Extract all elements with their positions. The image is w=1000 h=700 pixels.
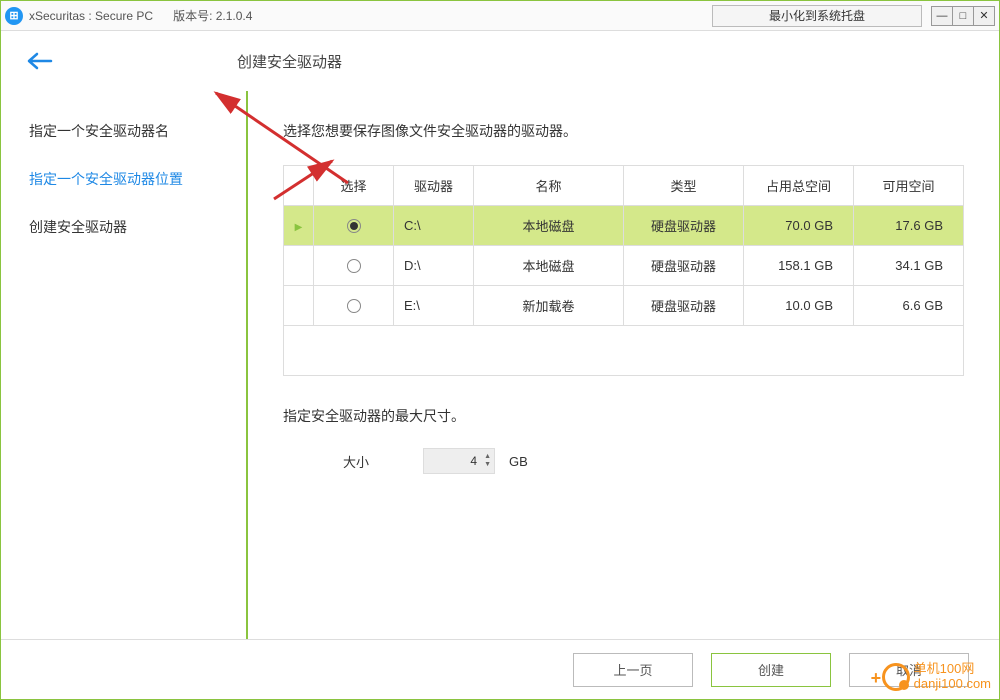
back-arrow-icon bbox=[25, 51, 53, 71]
sidebar-item-location[interactable]: 指定一个安全驱动器位置 bbox=[29, 169, 246, 189]
minimize-to-tray-button[interactable]: 最小化到系统托盘 bbox=[712, 5, 922, 27]
size-field-label: 大小 bbox=[343, 452, 423, 471]
watermark-line2: danji100.com bbox=[914, 677, 991, 691]
watermark: 单机100网 danji100.com bbox=[882, 662, 991, 691]
col-total: 占用总空间 bbox=[744, 166, 854, 206]
watermark-line1: 单机100网 bbox=[914, 662, 991, 676]
page-title: 创建安全驱动器 bbox=[237, 51, 342, 72]
row-type: 硬盘驱动器 bbox=[624, 246, 744, 286]
row-indicator bbox=[284, 286, 314, 326]
minimize-button[interactable]: — bbox=[931, 6, 953, 26]
size-unit: GB bbox=[509, 454, 528, 469]
row-select[interactable] bbox=[314, 286, 394, 326]
footer: 上一页 创建 取消 bbox=[1, 639, 999, 699]
row-name: 本地磁盘 bbox=[474, 246, 624, 286]
row-indicator: ▶ bbox=[284, 206, 314, 246]
table-row[interactable]: D:\本地磁盘硬盘驱动器158.1 GB34.1 GB bbox=[284, 246, 964, 286]
titlebar: ⊞ xSecuritas : Secure PC 版本号: 2.1.0.4 最小… bbox=[1, 1, 999, 31]
row-total: 158.1 GB bbox=[744, 246, 854, 286]
instruction-text: 选择您想要保存图像文件安全驱动器的驱动器。 bbox=[283, 121, 964, 141]
col-free: 可用空间 bbox=[854, 166, 964, 206]
row-total: 70.0 GB bbox=[744, 206, 854, 246]
spinner-arrows-icon[interactable]: ▲▼ bbox=[481, 453, 494, 469]
row-type: 硬盘驱动器 bbox=[624, 206, 744, 246]
radio-icon[interactable] bbox=[347, 219, 361, 233]
back-button[interactable] bbox=[21, 43, 57, 79]
version-label: 版本号: 2.1.0.4 bbox=[173, 7, 252, 24]
drive-table: 选择 驱动器 名称 类型 占用总空间 可用空间 ▶ C:\本地磁盘硬盘驱动器70.… bbox=[283, 165, 964, 326]
watermark-icon bbox=[882, 663, 910, 691]
sidebar: 指定一个安全驱动器名 指定一个安全驱动器位置 创建安全驱动器 bbox=[1, 91, 246, 639]
row-drive: D:\ bbox=[394, 246, 474, 286]
table-row[interactable]: E:\新加载卷硬盘驱动器10.0 GB6.6 GB bbox=[284, 286, 964, 326]
main-panel: 选择您想要保存图像文件安全驱动器的驱动器。 选择 驱动器 名称 类型 占用总空间… bbox=[248, 91, 999, 639]
close-button[interactable]: ✕ bbox=[973, 6, 995, 26]
row-drive: E:\ bbox=[394, 286, 474, 326]
row-type: 硬盘驱动器 bbox=[624, 286, 744, 326]
row-select[interactable] bbox=[314, 246, 394, 286]
col-name: 名称 bbox=[474, 166, 624, 206]
sidebar-item-create[interactable]: 创建安全驱动器 bbox=[29, 217, 246, 237]
col-type: 类型 bbox=[624, 166, 744, 206]
size-spinner[interactable]: 4 ▲▼ bbox=[423, 448, 495, 474]
header: 创建安全驱动器 bbox=[1, 31, 999, 91]
app-title: xSecuritas : Secure PC bbox=[29, 9, 153, 23]
row-free: 34.1 GB bbox=[854, 246, 964, 286]
row-select[interactable] bbox=[314, 206, 394, 246]
row-name: 本地磁盘 bbox=[474, 206, 624, 246]
table-empty-space bbox=[283, 326, 964, 376]
app-logo-icon: ⊞ bbox=[5, 7, 23, 25]
row-free: 6.6 GB bbox=[854, 286, 964, 326]
row-total: 10.0 GB bbox=[744, 286, 854, 326]
sidebar-item-name-drive[interactable]: 指定一个安全驱动器名 bbox=[29, 121, 246, 141]
row-indicator bbox=[284, 246, 314, 286]
create-button[interactable]: 创建 bbox=[711, 653, 831, 687]
row-name: 新加载卷 bbox=[474, 286, 624, 326]
size-instruction: 指定安全驱动器的最大尺寸。 bbox=[283, 406, 964, 426]
maximize-button[interactable]: □ bbox=[952, 6, 974, 26]
radio-icon[interactable] bbox=[347, 299, 361, 313]
col-select: 选择 bbox=[314, 166, 394, 206]
col-drive: 驱动器 bbox=[394, 166, 474, 206]
row-free: 17.6 GB bbox=[854, 206, 964, 246]
size-value: 4 bbox=[424, 454, 481, 468]
col-indicator bbox=[284, 166, 314, 206]
prev-button[interactable]: 上一页 bbox=[573, 653, 693, 687]
radio-icon[interactable] bbox=[347, 259, 361, 273]
row-drive: C:\ bbox=[394, 206, 474, 246]
table-row[interactable]: ▶ C:\本地磁盘硬盘驱动器70.0 GB17.6 GB bbox=[284, 206, 964, 246]
